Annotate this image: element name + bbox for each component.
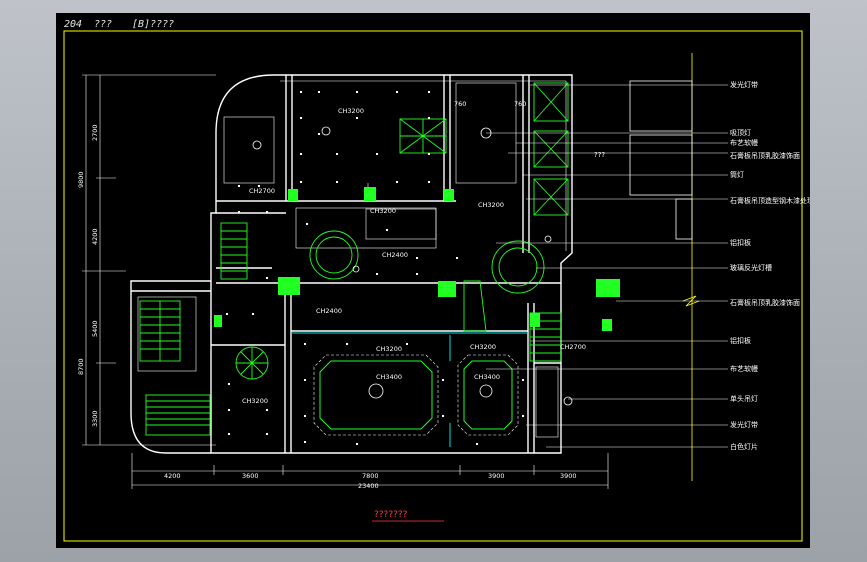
dim-left-outer-1: 9800 — [77, 171, 85, 188]
legend-8: 玻璃反光灯槽 — [730, 263, 772, 272]
title-prefix: 204 — [64, 19, 82, 30]
dim-left-inner-2: 4200 — [91, 228, 99, 245]
legend-9: 石膏板吊顶乳胶漆饰面 — [730, 298, 800, 307]
legend-7: 铝扣板 — [730, 238, 751, 247]
ch-mark-7: CH3200 — [376, 345, 402, 353]
ch-mark-6: CH2400 — [316, 307, 342, 315]
cad-viewport[interactable]: 204 ??? [B]???? 9800 8700 2700 4200 5400… — [56, 13, 810, 548]
legend-2: 吸顶灯 — [730, 128, 751, 137]
legend-5: 筒灯 — [730, 170, 744, 179]
stair-hatching — [139, 118, 562, 436]
ch-mark-4: CH3200 — [478, 201, 504, 209]
center-note: ??? — [594, 151, 605, 159]
dim-bottom-4: 3900 — [488, 472, 505, 480]
dim-total: 23400 — [358, 482, 379, 490]
title-name: ??? — [94, 19, 112, 30]
dim-bottom-5: 3900 — [560, 472, 577, 480]
sheet-border — [63, 30, 803, 542]
ceiling-lamps — [252, 126, 573, 406]
legend-14: 白色灯片 — [730, 442, 758, 451]
legend-11: 布艺软幔 — [730, 364, 758, 373]
legend-12: 单头吊灯 — [730, 394, 758, 403]
ch-mark-10: CH3400 — [474, 373, 500, 381]
legend-10: 铝扣板 — [730, 336, 751, 345]
ch-mark-2: CH2700 — [249, 187, 275, 195]
ch-mark-8: CH3200 — [470, 343, 496, 351]
title-sheet: [B]???? — [132, 19, 174, 30]
legend-6: 石膏板吊顶造型钢木漆处理 — [730, 196, 810, 205]
dim-left-inner-1: 2700 — [91, 124, 99, 141]
dim-bottom-3: 7800 — [362, 472, 379, 480]
dim-left-outer-2: 8700 — [77, 358, 85, 375]
legend-3: 布艺软幔 — [730, 138, 758, 147]
dim-bottom-1: 4200 — [164, 472, 181, 480]
dim-bottom-2: 3600 — [242, 472, 259, 480]
ch-mark-9: CH3400 — [376, 373, 402, 381]
ceiling-outlines — [313, 354, 519, 436]
legend-13: 发光灯带 — [730, 420, 758, 429]
ch-mark-5: CH2400 — [382, 251, 408, 259]
left-dimensions — [82, 74, 216, 446]
ch-mark-14: 760 — [514, 100, 526, 108]
ch-mark-11: CH2700 — [560, 343, 586, 351]
floor-plan-drawing: 204 ??? [B]???? 9800 8700 2700 4200 5400… — [63, 19, 810, 542]
ceiling-outlines-green — [319, 360, 513, 430]
dim-left-inner-4: 3300 — [91, 410, 99, 427]
legend-4: 石膏板吊顶乳胶漆饰面 — [730, 151, 800, 160]
elevator-shafts — [533, 82, 569, 216]
drawing-caption: ??????? — [374, 510, 408, 520]
building-walls — [130, 74, 573, 454]
legend-1: 发光灯带 — [730, 80, 758, 89]
ch-mark-12: CH3200 — [242, 397, 268, 405]
ch-mark-3: CH3200 — [370, 207, 396, 215]
ch-mark-13: 760 — [454, 100, 466, 108]
right-rooms — [629, 80, 693, 240]
dim-left-inner-3: 5400 — [91, 320, 99, 337]
ch-mark-1: CH3200 — [338, 107, 364, 115]
